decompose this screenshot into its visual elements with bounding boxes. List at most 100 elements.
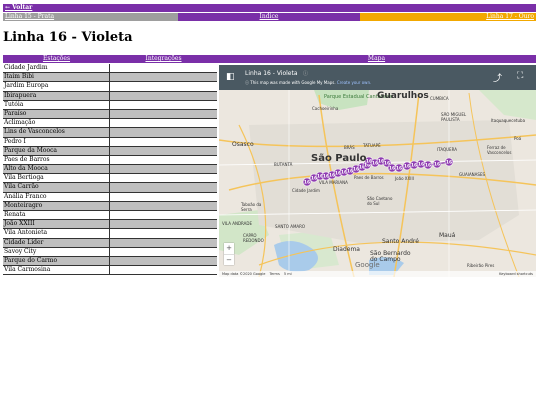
map-label-itaquera: ITAQUERA: [437, 147, 457, 152]
fullscreen-icon[interactable]: ⛶: [517, 71, 523, 81]
station-name: João XXIII: [3, 220, 110, 229]
table-row: Vila Bertioga: [3, 174, 217, 184]
station-integrations: [110, 147, 217, 155]
zoom-in-button[interactable]: +: [224, 243, 234, 255]
station-integrations: [110, 248, 217, 256]
share-icon[interactable]: ⤴: [493, 71, 502, 84]
prev-line-link[interactable]: Linha 15 - Prata: [5, 13, 54, 20]
table-row: Aclimação: [3, 119, 217, 129]
station-marker-label: 16: [411, 163, 417, 169]
station-marker-label: 16: [418, 162, 424, 168]
index-link[interactable]: Índice: [260, 13, 279, 20]
station-integrations: [110, 211, 217, 219]
station-marker-label: 16: [304, 180, 310, 186]
station-integrations: [110, 239, 217, 247]
station-integrations: [110, 193, 217, 201]
embedded-map[interactable]: 16 16 16 16 16 16 16 16 16 16 16 16 16 16 16 16 16 16 16 16…: [219, 65, 536, 277]
station-integrations: [110, 266, 217, 274]
map-label-itaquaquecetuba: Itaquaquecetuba: [491, 118, 526, 123]
station-name: Alto da Mooca: [3, 165, 110, 174]
station-marker-label: 16: [404, 164, 410, 170]
station-name: Anália Franco: [3, 192, 110, 201]
sidebar-toggle-icon[interactable]: ◧: [226, 72, 235, 82]
info-icon[interactable]: ⓘ: [303, 70, 308, 77]
station-name: Jardim Europa: [3, 82, 110, 91]
map-footer: Map data ©2020 Google Terms 5 mi Keyboar…: [219, 271, 536, 277]
station-integrations: [110, 101, 217, 109]
top-nav-bar: ← Voltar: [3, 4, 536, 12]
station-marker-label: 16: [434, 162, 440, 168]
table-row: Paraíso: [3, 109, 217, 120]
station-name: Monteiragro: [3, 201, 110, 210]
map-label-guarulhos: Guarulhos: [377, 91, 429, 101]
table-header: Estações Integrações Mapa: [3, 55, 536, 63]
station-integrations: [110, 229, 217, 237]
station-integrations: [110, 156, 217, 164]
map-label-maua: Mauá: [439, 232, 456, 239]
table-row: Jardim Europa: [3, 82, 217, 92]
map-label-bras: BRÁS: [344, 145, 355, 150]
station-rows: Cidade Jardim Itaim Bibi Jardim Europa Ibir…: [3, 64, 217, 276]
map-label-vila-mariana: VILA MARIANA: [319, 180, 348, 185]
map-subtitle: ⓘ This map was made with Google My Maps.…: [245, 80, 371, 86]
station-name: Itaim Bibi: [3, 73, 110, 82]
station-integrations: [110, 92, 217, 100]
map-label-osasco: Osasco: [232, 141, 254, 148]
map-label-santo-amaro: SANTO AMARO: [275, 224, 306, 229]
terms-link[interactable]: Terms: [269, 272, 279, 276]
create-map-link[interactable]: Create your own.: [337, 80, 371, 85]
map-label-tatuape: TATUAPÉ: [363, 143, 381, 148]
back-link[interactable]: ← Voltar: [5, 4, 32, 12]
map-label-sao-paulo: São Paulo: [311, 153, 367, 164]
station-name: Savoy City: [3, 247, 110, 256]
header-map[interactable]: Mapa: [217, 55, 536, 63]
table-row: Alto da Mooca: [3, 165, 217, 175]
table-row: Parque da Mooca: [3, 146, 217, 156]
station-name: Parque do Carmo: [3, 256, 110, 266]
keyboard-shortcuts-link[interactable]: Keyboard shortcuts: [499, 271, 533, 277]
station-name: Renata: [3, 211, 110, 220]
map-label-joao: João XXIII: [395, 176, 414, 181]
station-name: Ibirapuera: [3, 91, 110, 100]
next-line-link[interactable]: Linha 17 - Ouro: [486, 13, 534, 20]
table-row: Cidade Jardim: [3, 64, 217, 74]
station-integrations: [110, 183, 217, 191]
station-name: Pedro I: [3, 137, 110, 146]
map-label-santo-andre: Santo André: [382, 238, 419, 245]
map-label-taboao: Taboão da Serra: [241, 202, 262, 212]
map-label-cumbica: CUMBICA: [430, 96, 449, 101]
map-label-sao-miguel: SÃO MIGUEL PAULISTA: [441, 112, 467, 122]
header-stations[interactable]: Estações: [3, 55, 110, 63]
header-integrations[interactable]: Integrações: [110, 55, 217, 63]
table-row: Itaim Bibi: [3, 73, 217, 83]
map-label-diadema: Diadema: [333, 246, 360, 253]
google-logo: Google: [355, 261, 380, 269]
map-label-ribeirao: Ribeirão Pires: [467, 263, 495, 268]
station-integrations: [110, 202, 217, 210]
table-row: Savoy City: [3, 247, 217, 257]
table-row: Anália Franco: [3, 192, 217, 202]
station-name: Lins de Vasconcelos: [3, 128, 110, 137]
table-row: Monteiragro: [3, 201, 217, 211]
table-row: Vila Carmosina: [3, 266, 217, 276]
zoom-out-button[interactable]: −: [224, 255, 234, 266]
line-navigation: Linha 15 - Prata Índice Linha 17 - Ouro: [3, 13, 536, 21]
station-integrations: [110, 128, 217, 136]
station-integrations: [110, 174, 217, 182]
map-label-butanta: BUTANTÃ: [274, 162, 293, 167]
station-integrations: [110, 119, 217, 127]
station-integrations: [110, 220, 217, 228]
zoom-control: + −: [224, 243, 234, 265]
map-data-credit: Map data ©2020 Google: [222, 272, 266, 276]
next-line-cell: Linha 17 - Ouro: [360, 13, 536, 21]
table-row: Vila Carrão: [3, 183, 217, 193]
station-name: Parque da Mooca: [3, 146, 110, 155]
station-name: Cidade Jardim: [3, 64, 110, 73]
table-row: Ibirapuera: [3, 91, 217, 101]
station-integrations: [110, 138, 217, 146]
station-name: Aclimação: [3, 119, 110, 128]
station-name: Tutóia: [3, 100, 110, 109]
station-name: Vila Carmosina: [3, 266, 110, 275]
map-label-cachoeirinha: Cachoeirinha: [312, 106, 339, 111]
map-title: Linha 16 - Violeta: [245, 70, 298, 77]
